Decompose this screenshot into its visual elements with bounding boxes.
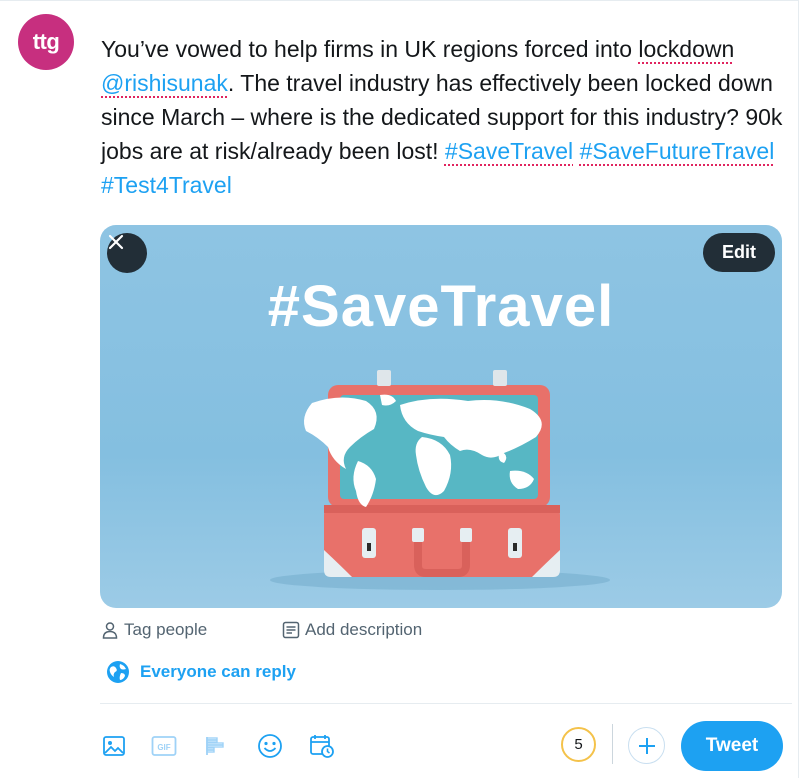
poll-icon: [206, 737, 224, 755]
attached-image: #SaveTravel Edit: [100, 225, 782, 608]
character-counter: 5: [561, 727, 596, 762]
emoji-button[interactable]: [257, 733, 283, 759]
tweet-text-input[interactable]: You’ve vowed to help firms in UK regions…: [101, 32, 791, 202]
schedule-icon: [310, 735, 334, 758]
image-icon: [103, 736, 125, 756]
tweet-text-part1: You’ve vowed to help firms in UK regions…: [101, 36, 639, 62]
add-description-label: Add description: [305, 620, 423, 639]
plus-icon: [638, 737, 655, 754]
mention-link[interactable]: @rishisunak: [101, 70, 228, 96]
hashtag-test4travel[interactable]: #Test4Travel: [101, 172, 232, 198]
add-tweet-button[interactable]: [628, 727, 665, 764]
tag-people-button[interactable]: Tag people: [101, 620, 207, 640]
description-icon: [282, 621, 300, 639]
reply-setting-label: Everyone can reply: [140, 662, 296, 681]
gif-button[interactable]: GIF: [151, 733, 177, 759]
image-caption-text: #SaveTravel: [267, 274, 615, 339]
emoji-icon: [258, 734, 282, 758]
remove-media-button[interactable]: [107, 233, 147, 273]
reply-setting-button[interactable]: Everyone can reply: [106, 660, 296, 684]
hashtag-savetravel[interactable]: #SaveTravel: [445, 138, 573, 164]
remaining-count: 5: [574, 736, 583, 753]
poll-button[interactable]: [203, 733, 229, 759]
avatar-text: ttg: [32, 29, 60, 54]
divider: [100, 703, 792, 704]
add-description-button[interactable]: Add description: [282, 620, 422, 640]
avatar[interactable]: ttg: [18, 14, 74, 70]
close-icon: [108, 234, 124, 250]
person-icon: [102, 622, 118, 639]
hashtag-savefuturetravel[interactable]: #SaveFutureTravel: [580, 138, 775, 164]
tag-people-label: Tag people: [124, 620, 208, 639]
misspelled-word[interactable]: lockdown: [638, 36, 734, 62]
schedule-button[interactable]: [309, 733, 335, 759]
gif-icon: GIF: [151, 736, 177, 756]
toolbar-separator: [612, 724, 613, 764]
gif-label: GIF: [157, 743, 170, 752]
tweet-button[interactable]: Tweet: [681, 721, 783, 771]
add-media-button[interactable]: [101, 733, 127, 759]
edit-media-button[interactable]: Edit: [703, 233, 775, 272]
globe-icon: [107, 661, 129, 683]
